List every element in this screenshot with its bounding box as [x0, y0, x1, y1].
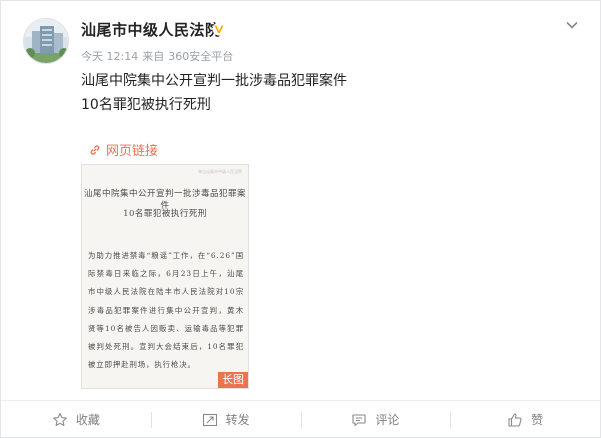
- repost-button[interactable]: 转发: [150, 401, 301, 438]
- share-icon: [202, 413, 217, 426]
- source-prefix: 来自: [142, 50, 165, 63]
- long-image-title-line-2: 10名罪犯被执行死刑: [123, 209, 207, 219]
- author-name[interactable]: 汕尾市中级人民法院: [81, 19, 221, 40]
- star-icon: [53, 412, 67, 426]
- like-button[interactable]: 赞: [450, 401, 600, 438]
- post-text: 汕尾中院集中公开宣判一批涉毒品犯罪案件 10名罪犯被执行死刑: [81, 69, 347, 117]
- chevron-down-icon[interactable]: [562, 15, 582, 35]
- web-link-label[interactable]: 网页链接: [106, 140, 158, 159]
- post-time[interactable]: 今天 12:14: [81, 50, 138, 63]
- repost-label: 转发: [225, 413, 250, 427]
- post-source[interactable]: 360安全平台: [168, 50, 233, 63]
- long-image-thumbnail[interactable]: 来自汕尾市中级人民法院 汕尾中院集中公开宣判一批涉毒品犯罪案件 10名罪犯被执行…: [81, 164, 249, 389]
- comment-icon: [352, 413, 366, 426]
- long-image-badge: 长图: [218, 372, 248, 388]
- favorite-button[interactable]: 收藏: [1, 401, 151, 438]
- comment-label: 评论: [375, 413, 400, 427]
- link-icon: [90, 144, 100, 155]
- thumbs-up-icon: [508, 412, 522, 427]
- avatar[interactable]: [23, 18, 69, 64]
- action-bar: 收藏 转发 评论 赞: [1, 400, 600, 438]
- long-image-source: 来自汕尾市中级人民法院: [198, 169, 242, 174]
- court-building-image: [24, 19, 68, 63]
- post-text-line-2: 10名罪犯被执行死刑: [81, 97, 211, 113]
- verified-v-icon: [212, 22, 226, 36]
- post-meta: 今天 12:14 来自 360安全平台: [81, 48, 237, 64]
- weibo-post-card: 汕尾市中级人民法院 今天 12:14 来自 360安全平台 汕尾中院集中公开宣判一批…: [0, 0, 601, 438]
- favorite-label: 收藏: [75, 413, 100, 427]
- long-image-paragraph: 为助力推进禁毒“粮谣”工作，在“6.26”国际禁毒日来临之际，6月23日上午，汕…: [88, 251, 244, 370]
- comment-button[interactable]: 评论: [300, 401, 451, 438]
- like-label: 赞: [531, 413, 544, 427]
- web-link[interactable]: 网页链接: [89, 140, 158, 159]
- post-text-line-1: 汕尾中院集中公开宣判一批涉毒品犯罪案件: [81, 73, 347, 89]
